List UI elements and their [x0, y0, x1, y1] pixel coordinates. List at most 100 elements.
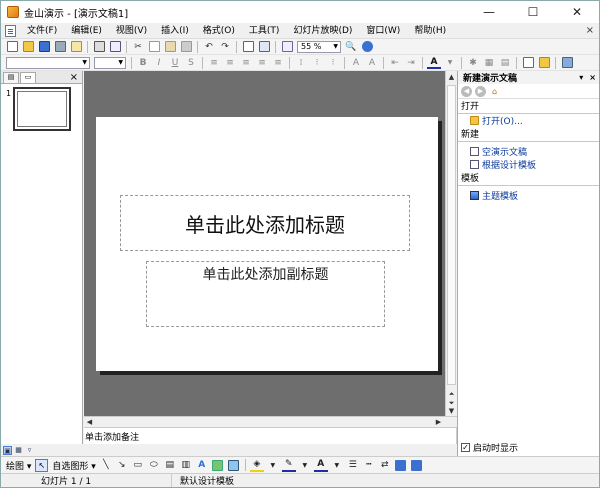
new-icon[interactable] [5, 40, 19, 53]
distribute-icon[interactable]: ≡ [271, 56, 285, 69]
save-icon[interactable] [37, 40, 51, 53]
font-name-select[interactable]: ▼ [6, 56, 90, 69]
scroll-thumb[interactable] [447, 85, 456, 385]
theme-template-link[interactable]: 主题模板 [458, 189, 599, 202]
line-color-icon[interactable]: ✎ [281, 459, 296, 472]
animation-icon[interactable]: ✱ [466, 56, 480, 69]
redo-icon[interactable]: ↷ [218, 40, 232, 53]
print-icon[interactable] [92, 40, 106, 53]
justify-icon[interactable]: ≡ [255, 56, 269, 69]
zoom-select[interactable]: 55 % ▼ [297, 40, 341, 53]
oval-tool-icon[interactable]: ⬭ [147, 459, 161, 472]
startup-checkbox-row[interactable]: ✓ 启动时显示 [461, 441, 518, 454]
home-icon[interactable]: ⌂ [489, 86, 500, 97]
slide-layout-icon[interactable]: ▤ [498, 56, 512, 69]
dash-style-icon[interactable]: ┅ [362, 459, 376, 472]
design-icon[interactable] [537, 56, 551, 69]
scroll-up-icon[interactable]: ▲ [446, 72, 457, 83]
decrease-indent-icon[interactable]: ⇤ [388, 56, 402, 69]
arrow-tool-icon[interactable]: ↘ [115, 459, 129, 472]
align-left-icon[interactable]: ≡ [207, 56, 221, 69]
format-painter-icon[interactable] [179, 40, 193, 53]
line-color-dropdown-icon[interactable]: ▼ [298, 459, 312, 472]
line-tool-icon[interactable]: ╲ [99, 459, 113, 472]
menu-edit[interactable]: 编辑(E) [64, 24, 109, 38]
menu-view[interactable]: 视图(V) [109, 24, 154, 38]
vertical-textbox-icon[interactable]: ▥ [179, 459, 193, 472]
paste-icon[interactable] [163, 40, 177, 53]
menu-insert[interactable]: 插入(I) [154, 24, 196, 38]
rectangle-tool-icon[interactable]: ▭ [131, 459, 145, 472]
title-placeholder[interactable]: 单击此处添加标题 [120, 195, 410, 251]
slide-canvas[interactable]: 单击此处添加标题 单击此处添加副标题 [96, 117, 438, 371]
insert-chart-icon[interactable] [257, 40, 271, 53]
new-slide-icon[interactable] [521, 56, 535, 69]
horizontal-scrollbar[interactable]: ◀ ▶ [84, 416, 457, 428]
clipart-icon[interactable] [211, 459, 225, 472]
copy-icon[interactable] [147, 40, 161, 53]
3d-style-icon[interactable] [410, 459, 424, 472]
transition-icon[interactable]: ▦ [482, 56, 496, 69]
find-icon[interactable]: 🔍 [344, 40, 358, 53]
align-right-icon[interactable]: ≡ [239, 56, 253, 69]
line-style-icon[interactable]: ☰ [346, 459, 360, 472]
permission-icon[interactable] [53, 40, 67, 53]
shadow-style-icon[interactable] [394, 459, 408, 472]
subtitle-placeholder[interactable]: 单击此处添加副标题 [146, 261, 385, 327]
insert-table-icon[interactable] [241, 40, 255, 53]
close-button[interactable]: ✕ [555, 1, 599, 23]
fill-color-dropdown-icon[interactable]: ▼ [266, 459, 280, 472]
select-cursor-icon[interactable]: ↖ [35, 458, 49, 472]
menu-help[interactable]: 帮助(H) [407, 24, 453, 38]
notes-pane[interactable]: 单击添加备注 [84, 428, 457, 444]
task-pane-close-icon[interactable]: × [586, 73, 599, 82]
draw-font-color-dropdown-icon[interactable]: ▼ [330, 459, 344, 472]
menu-slideshow[interactable]: 幻灯片放映(D) [286, 24, 359, 38]
from-design-template-link[interactable]: 根据设计模板 [458, 158, 599, 171]
open-link[interactable]: 打开(O)... [458, 114, 599, 127]
tab-slides[interactable]: ▭ [20, 72, 36, 83]
normal-view-icon[interactable]: ▣ [3, 445, 12, 455]
wordart-icon[interactable]: A [195, 459, 209, 472]
increase-font-icon[interactable]: A [349, 56, 363, 69]
font-color-dropdown-icon[interactable]: ▼ [443, 56, 457, 69]
align-center-icon[interactable]: ≡ [223, 56, 237, 69]
menu-window[interactable]: 窗口(W) [359, 24, 407, 38]
slide-sorter-icon[interactable]: ▦ [14, 446, 23, 455]
panel-close-icon[interactable]: × [70, 72, 78, 83]
help-icon[interactable] [360, 40, 374, 53]
undo-icon[interactable]: ↶ [202, 40, 216, 53]
scroll-right-icon[interactable]: ▶ [433, 417, 444, 428]
print-preview-icon[interactable] [108, 40, 122, 53]
tab-outline[interactable]: ▤ [3, 72, 19, 83]
fill-color-icon[interactable]: ◈ [249, 459, 264, 472]
blank-presentation-link[interactable]: 空演示文稿 [458, 145, 599, 158]
back-icon[interactable]: ◀ [461, 85, 472, 97]
scroll-left-icon[interactable]: ◀ [84, 417, 95, 428]
underline-icon[interactable]: U [168, 56, 182, 69]
draw-font-color-icon[interactable]: A [313, 459, 328, 472]
draw-menu-button[interactable]: 绘图 ▾ [4, 459, 33, 472]
startup-checkbox[interactable]: ✓ [461, 443, 470, 452]
bullets-icon[interactable]: ⁝ [326, 56, 340, 69]
numbering-icon[interactable]: ⁝ [310, 56, 324, 69]
forward-icon[interactable]: ▶ [475, 85, 486, 97]
arrow-style-icon[interactable]: ⇄ [378, 459, 392, 472]
increase-indent-icon[interactable]: ⇥ [404, 56, 418, 69]
bold-icon[interactable]: B [136, 56, 150, 69]
open-icon[interactable] [21, 40, 35, 53]
menu-format[interactable]: 格式(O) [196, 24, 242, 38]
italic-icon[interactable]: I [152, 56, 166, 69]
menu-tools[interactable]: 工具(T) [242, 24, 287, 38]
task-pane-menu-icon[interactable]: ▾ [576, 73, 586, 82]
mail-icon[interactable] [69, 40, 83, 53]
maximize-button[interactable]: ☐ [511, 1, 555, 23]
document-close-button[interactable]: × [581, 25, 599, 36]
minimize-button[interactable]: — [467, 1, 511, 23]
autoshape-menu-button[interactable]: 自选图形 ▾ [50, 459, 97, 472]
shadow-icon[interactable]: S [184, 56, 198, 69]
slideshow-view-icon[interactable]: ▿ [25, 446, 34, 455]
slide-thumbnail[interactable] [13, 87, 71, 131]
fill-bucket-icon[interactable] [560, 56, 574, 69]
line-spacing-icon[interactable]: ⁞ [294, 56, 308, 69]
